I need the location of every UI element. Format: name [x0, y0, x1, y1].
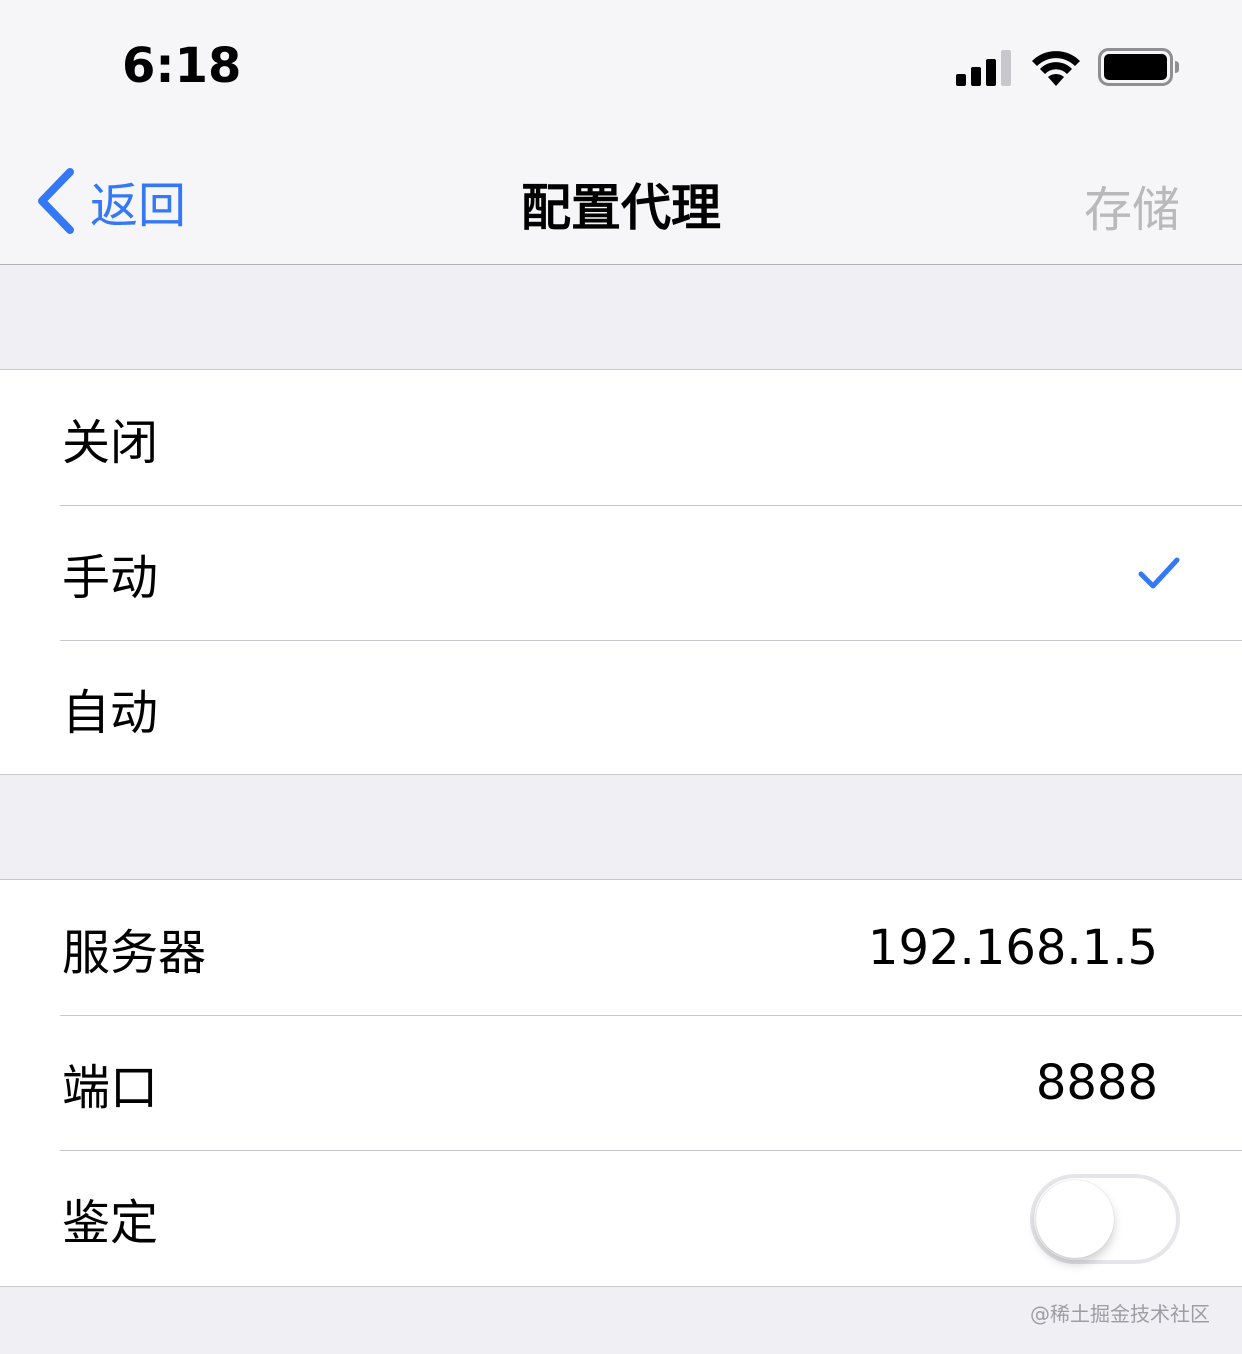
proxy-settings-group: 服务器 192.168.1.5 端口 8888 鉴定	[0, 879, 1242, 1287]
checkmark-icon	[1138, 557, 1180, 588]
proxy-option-off[interactable]: 关闭	[0, 370, 1242, 505]
server-row[interactable]: 服务器 192.168.1.5	[0, 880, 1242, 1015]
port-label: 端口	[62, 1059, 159, 1116]
proxy-option-label: 自动	[62, 684, 159, 741]
watermark: @稀土掘金技术社区	[1030, 1302, 1210, 1326]
server-field[interactable]: 192.168.1.5	[868, 920, 1158, 976]
save-button[interactable]: 存储	[1084, 170, 1180, 240]
toggle-knob	[1036, 1180, 1114, 1258]
authentication-row: 鉴定	[0, 1150, 1242, 1285]
proxy-option-manual[interactable]: 手动	[0, 505, 1242, 640]
authentication-label: 鉴定	[62, 1194, 159, 1251]
status-bar: 6:18	[0, 0, 1242, 136]
page-title: 配置代理	[521, 179, 721, 237]
status-time: 6:18	[122, 38, 242, 94]
proxy-option-label: 关闭	[62, 414, 159, 471]
navigation-bar: 返回 配置代理 存储	[0, 136, 1242, 265]
proxy-option-label: 手动	[62, 549, 159, 606]
wifi-icon	[1032, 51, 1080, 86]
authentication-toggle[interactable]	[1030, 1174, 1180, 1264]
port-row[interactable]: 端口 8888	[0, 1015, 1242, 1150]
proxy-mode-group: 关闭 手动 自动	[0, 369, 1242, 775]
battery-icon	[1098, 48, 1179, 86]
cellular-signal-icon	[956, 50, 1011, 86]
server-label: 服务器	[62, 924, 207, 981]
port-field[interactable]: 8888	[1036, 1055, 1158, 1111]
proxy-option-auto[interactable]: 自动	[0, 640, 1242, 775]
